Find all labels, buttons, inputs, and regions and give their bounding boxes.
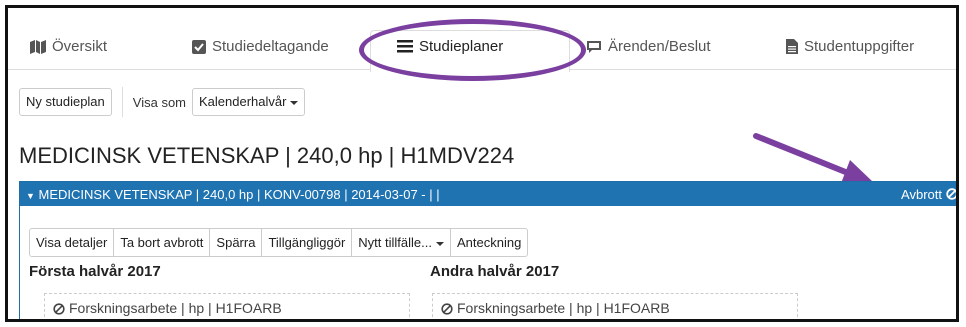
tab-label: Studentuppgifter xyxy=(804,38,915,55)
view-as-label: Visa som xyxy=(132,94,187,110)
tab-oversikt[interactable]: Översikt xyxy=(30,38,107,55)
course-card[interactable]: Forskningsarbete | hp | H1FOARB xyxy=(432,293,798,319)
new-instance-dropdown[interactable]: Nytt tillfälle... xyxy=(351,228,451,257)
tab-bar: Översikt Studiedeltagande Studieplaner Ä… xyxy=(8,8,956,81)
ban-icon xyxy=(441,303,453,315)
tab-arenden-beslut[interactable]: Ärenden/Beslut xyxy=(586,38,711,55)
new-instance-label: Nytt tillfälle... xyxy=(358,235,432,250)
tab-label: Studiedeltagande xyxy=(212,38,329,55)
note-button[interactable]: Anteckning xyxy=(449,228,529,257)
panel-header[interactable]: ▼ MEDICINSK VETENSKAP | 240,0 hp | KONV-… xyxy=(20,182,956,206)
tab-label: Ärenden/Beslut xyxy=(608,38,711,55)
panel-header-text: ▼ MEDICINSK VETENSKAP | 240,0 hp | KONV-… xyxy=(26,186,440,202)
file-icon xyxy=(786,39,798,54)
tab-studiedeltagande[interactable]: Studiedeltagande xyxy=(192,38,329,55)
new-plan-button[interactable]: Ny studieplan xyxy=(19,88,112,116)
course-label: Forskningsarbete | hp | H1FOARB xyxy=(69,300,282,316)
tab-studentuppgifter[interactable]: Studentuppgifter xyxy=(786,38,914,55)
make-available-button[interactable]: Tillgängliggör xyxy=(261,228,353,257)
tab-label: Översikt xyxy=(52,38,108,55)
study-plan-panel: ▼ MEDICINSK VETENSKAP | 240,0 hp | KONV-… xyxy=(19,181,956,319)
toolbar-divider xyxy=(121,87,123,117)
panel-header-label: MEDICINSK VETENSKAP | 240,0 hp | KONV-00… xyxy=(38,186,440,202)
course-label: Forskningsarbete | hp | H1FOARB xyxy=(457,300,670,316)
checkbox-icon xyxy=(192,39,206,54)
map-icon xyxy=(30,39,46,54)
tab-label: Studieplaner xyxy=(419,38,504,55)
half-year-title: Första halvår 2017 xyxy=(29,263,161,280)
block-button[interactable]: Spärra xyxy=(209,228,263,257)
view-as-dropdown[interactable]: Kalenderhalvår xyxy=(192,88,306,116)
ban-icon xyxy=(53,303,65,315)
action-button-group: Visa detaljer Ta bort avbrott Spärra Til… xyxy=(29,228,529,257)
annotation-arrow xyxy=(753,133,873,186)
caret-down-icon xyxy=(435,241,444,246)
half-year-title: Andra halvår 2017 xyxy=(430,263,560,280)
screenshot-frame: Översikt Studiedeltagande Studieplaner Ä… xyxy=(5,5,959,322)
view-as-value: Kalenderhalvår xyxy=(199,94,287,109)
toolbar: Ny studieplan Visa som Kalenderhalvår xyxy=(19,87,306,117)
comment-icon xyxy=(587,40,601,53)
course-card[interactable]: Forskningsarbete | hp | H1FOARB xyxy=(44,293,410,319)
show-details-button[interactable]: Visa detaljer xyxy=(29,228,115,257)
tab-studieplaner[interactable]: Studieplaner xyxy=(397,38,503,55)
status-label: Avbrott xyxy=(901,186,942,202)
remove-interruption-button[interactable]: Ta bort avbrott xyxy=(113,228,211,257)
program-title: MEDICINSK VETENSKAP | 240,0 hp | H1MDV22… xyxy=(19,143,515,168)
ban-icon xyxy=(946,188,956,200)
status-badge: Avbrott xyxy=(901,186,956,202)
list-icon xyxy=(397,40,413,53)
caret-down-icon xyxy=(290,100,299,105)
